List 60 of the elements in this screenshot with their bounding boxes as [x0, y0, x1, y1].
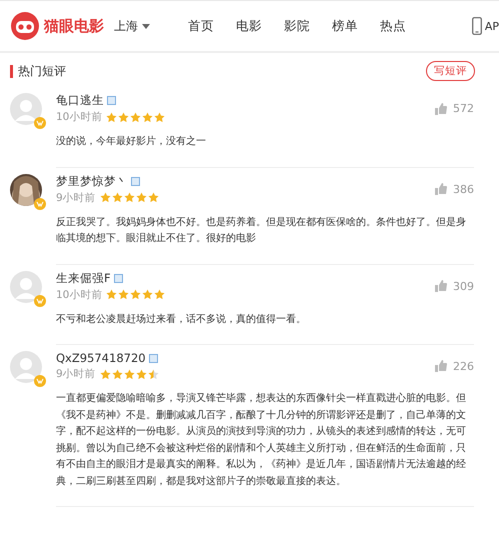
default-avatar-icon [10, 93, 42, 125]
timestamp: 10小时前 [56, 110, 102, 124]
section-title: 热门短评 [18, 62, 66, 80]
star-icon [148, 368, 159, 380]
level-badge-icon [34, 198, 46, 210]
level-badge-icon [34, 375, 46, 387]
star-icon [136, 192, 147, 203]
phone-icon[interactable] [472, 17, 482, 35]
user-level-icon [114, 274, 123, 282]
star-icon [130, 289, 142, 300]
user-name[interactable]: 生来倔强F [56, 270, 111, 286]
user-name[interactable]: 龟口逃生 [56, 93, 104, 108]
comment-text: 反正我哭了。我妈妈身体也不好。也是药养着。但是现在都有医保啥的。条件也好了。但是身临其境的想下。眼泪就止不住了。很好的电影 [56, 216, 467, 246]
nav-link[interactable]: 影院 [284, 18, 310, 34]
star-icon [100, 192, 111, 203]
star-icon [124, 368, 135, 380]
cat-face-logo-icon[interactable] [10, 11, 40, 41]
star-icon [124, 192, 135, 203]
thumbs-up-icon [435, 280, 447, 292]
level-badge-icon [34, 117, 46, 129]
star-icon [154, 112, 166, 122]
thumbs-up-icon [435, 102, 447, 114]
comment-text: 不亏和老公凌晨赶场过来看，话不多说，真的值得一看。 [56, 312, 307, 326]
star-icon [100, 368, 111, 380]
user-level-icon [131, 176, 140, 186]
default-avatar-icon [10, 351, 42, 383]
star-icon [118, 112, 130, 122]
star-icon [106, 289, 118, 300]
nav-link[interactable]: 电影 [236, 18, 262, 34]
thumbs-up-icon [435, 183, 447, 195]
timestamp: 10小时前 [56, 288, 102, 302]
star-icon [148, 192, 159, 203]
star-icon [106, 112, 118, 122]
star-icon [112, 192, 123, 203]
nav-link[interactable]: 首页 [188, 18, 214, 34]
user-name[interactable]: QxZ957418720 [56, 351, 146, 365]
city-dropdown[interactable]: 上海 [114, 18, 150, 34]
star-icon [142, 112, 154, 122]
comment-text: 一直都更偏爱隐喻暗喻多，导演又锋芒毕露，想表达的东西像针尖一样直戳进心脏的电影。但《我不是药神》不是。删删减减几百字，酝酿了十几分钟的所谓影评还是删了，自己单薄的文字，配不起这样的一份电影。从演员的演技到导演的功力，从镜头的表述到感情的转达，无可挑剔。曾以为自己绝不会被这种烂俗的剧情和个人英雄主义所打动，但在鲜活的生命面前，只有不由自主的眼泪才是最真实的阐释。私以为，《药神》是近几年，国语剧情片无法逾越的经典，二刷三刷甚至四刷，都是我对这部片子的崇敬最直接的表达。 [56, 392, 467, 488]
thumbs-up-icon [435, 360, 447, 372]
star-icon [154, 289, 166, 300]
timestamp: 9小时前 [56, 190, 96, 204]
timestamp: 9小时前 [56, 367, 96, 381]
star-icon [112, 368, 123, 380]
star-icon [136, 368, 147, 380]
nav-link[interactable]: 热点 [380, 18, 406, 34]
write-review-button[interactable]: 写短评 [426, 61, 475, 81]
star-icon [130, 112, 142, 122]
star-icon [118, 289, 130, 300]
default-avatar-icon [10, 270, 42, 302]
app-link[interactable]: AP [484, 20, 499, 32]
user-level-icon [107, 96, 116, 105]
caret-icon [142, 24, 150, 28]
user-name[interactable]: 梦里梦惊梦丶 [56, 174, 128, 188]
level-badge-icon [34, 294, 46, 306]
star-icon [142, 289, 154, 300]
user-level-icon [148, 354, 158, 362]
comment-text: 没的说，今年最好影片，没有之一 [56, 134, 207, 149]
logo-text[interactable]: 猫眼电影 [44, 16, 104, 36]
nav-link[interactable]: 榜单 [332, 18, 358, 34]
